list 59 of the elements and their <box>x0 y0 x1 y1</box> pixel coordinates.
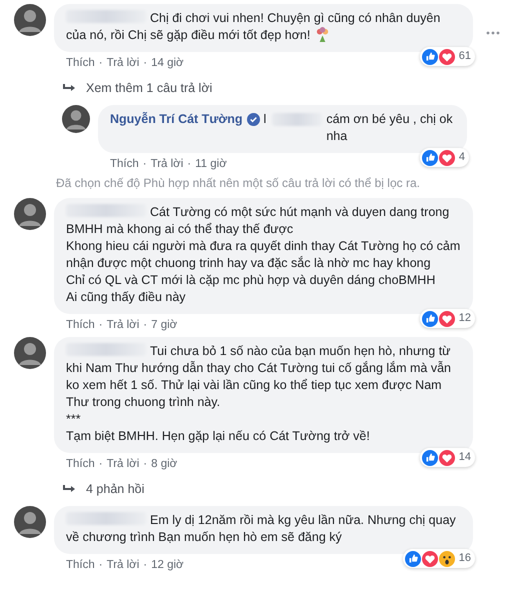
reply-link[interactable]: Trả lời <box>150 158 184 170</box>
timestamp: 11 giờ <box>195 158 227 170</box>
reaction-count: 61 <box>458 49 471 64</box>
reaction-count: 16 <box>458 551 471 566</box>
comment-text: Cát Tường có một sức hút mạnh và duyen dang trong BMHH mà khong ai có thể thay thế được Khong hieu cái người mà đưa ra quyết dinh thay Cát Tường họ có cảm nhận được một chuong trinh hay va đặc sắc là nhờ mc hay khong Chỉ có QL và CT mới là cặp mc phù hợp và duyên dáng choBMHH Ai cũng thấy điều này <box>66 204 461 306</box>
thumbs-up-icon <box>422 48 438 64</box>
like-link[interactable]: Thích <box>66 57 95 69</box>
thumbs-up-icon <box>422 310 438 326</box>
thumbs-up-icon <box>422 150 438 166</box>
timestamp: 12 giờ <box>151 559 184 571</box>
reply-link[interactable]: Trả lời <box>106 559 140 571</box>
avatar-icon[interactable] <box>14 198 46 230</box>
comment-text-fragment: l <box>264 111 266 128</box>
separator-dot: · <box>98 458 103 470</box>
reply-arrow-icon <box>62 83 76 93</box>
reply-link[interactable]: Trả lời <box>106 458 140 470</box>
thumbs-up-icon <box>422 450 438 466</box>
reaction-summary[interactable]: 12 <box>420 309 475 328</box>
avatar-icon[interactable] <box>14 337 46 369</box>
like-link[interactable]: Thích <box>66 319 95 331</box>
like-link[interactable]: Thích <box>66 559 95 571</box>
separator-dot: · <box>187 158 192 170</box>
timestamp: 14 giờ <box>151 57 184 69</box>
like-link[interactable]: Thích <box>66 458 95 470</box>
timestamp: 8 giờ <box>151 458 178 470</box>
reaction-summary[interactable]: 61 <box>420 47 475 66</box>
separator-dot: · <box>142 158 147 170</box>
reply-link[interactable]: Trả lời <box>106 319 140 331</box>
view-replies-link[interactable]: Xem thêm 1 câu trả lời <box>86 81 212 95</box>
avatar-icon[interactable] <box>14 4 46 36</box>
separator-dot: · <box>143 57 148 69</box>
reply-arrow-icon <box>62 484 76 494</box>
comment-text: Tui chưa bỏ 1 số nào của bạn muốn hẹn hò, nhưng từ khi Nam Thư hướng dẫn thay cho Cát Tường tui cố gắng lắm mà vẫn ko xem hết 1 số. Thử lại vài lần cũng ko thể tiep tục xem được Nam Thư trong chuong trình này. *** Tạm biệt BMHH. Hẹn gặp lại nếu có Cát Tường trở về! <box>66 343 452 445</box>
more-options-icon[interactable] <box>485 30 501 36</box>
like-link[interactable]: Thích <box>110 158 139 170</box>
separator-dot: · <box>143 319 148 331</box>
reaction-count: 14 <box>458 450 471 465</box>
view-replies-link[interactable]: 4 phản hồi <box>86 482 144 496</box>
author-name[interactable]: Nguyễn Trí Cát Tường <box>110 111 243 128</box>
separator-dot: · <box>98 319 103 331</box>
filter-notice: Đã chọn chế độ Phù hợp nhất nên một số câu trả lời có thể bị lọc ra. <box>55 176 421 190</box>
comment-text: cám ơn bé yêu , chị ok nha <box>326 111 454 145</box>
reaction-summary[interactable]: 14 <box>420 448 475 467</box>
reaction-count: 4 <box>458 150 465 165</box>
separator-dot: · <box>98 559 103 571</box>
reaction-count: 12 <box>458 311 471 326</box>
reaction-summary[interactable]: 16 <box>402 549 475 568</box>
separator-dot: · <box>143 458 148 470</box>
timestamp: 7 giờ <box>151 319 178 331</box>
avatar-icon[interactable] <box>62 105 90 133</box>
comment-text: Chị đi chơi vui nhen! Chuyện gì cũng có nhân duyên của nó, rồi Chị sẽ gặp điều mới tốt đẹp hơn! <box>66 10 442 44</box>
avatar-icon[interactable] <box>14 506 46 538</box>
reply-link[interactable]: Trả lời <box>106 57 140 69</box>
thumbs-up-icon <box>404 550 421 566</box>
separator-dot: · <box>98 57 103 69</box>
reaction-summary[interactable]: 4 <box>420 148 469 167</box>
comment-text: Em ly dị 12năm rồi mà kg yêu lần nữa. Nhưng chị quay về chương trình Bạn muốn hẹn hò em sẽ đăng ký <box>66 512 457 546</box>
separator-dot: · <box>143 559 148 571</box>
surprised-face-icon <box>438 550 455 566</box>
